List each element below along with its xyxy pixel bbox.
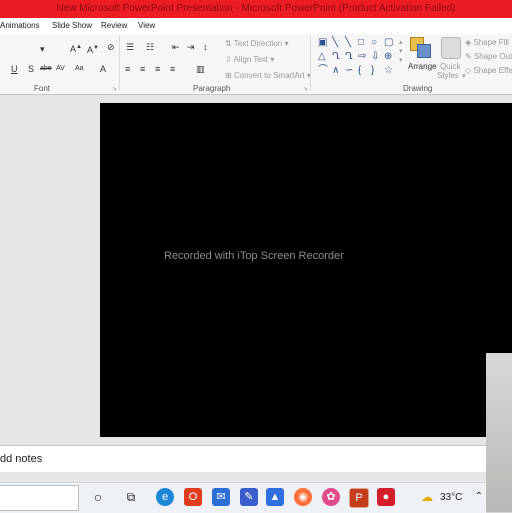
taskbar: ○ ⧉ e O ✉ ✎ ▲ ◉ ✿ P ● ☁ 33°C ⌃ (0, 482, 486, 513)
slide-canvas[interactable]: Recorded with iTop Screen Recorder (100, 103, 512, 437)
quick-styles-label-bottom[interactable]: Styles (437, 71, 459, 81)
group-divider (310, 36, 311, 90)
align-text-button[interactable]: ⇳ Align Text ▾ (225, 55, 274, 65)
brace-left-shape-icon[interactable]: { (358, 66, 361, 76)
edge-icon[interactable]: e (156, 488, 174, 506)
font-group-label: Font (34, 84, 51, 93)
paragraph-group-label: Paragraph (193, 84, 231, 93)
align-left-icon[interactable]: ≡ (125, 64, 130, 74)
text-direction-button[interactable]: ⇅ Text Direction ▾ (225, 39, 289, 49)
curve-shape-icon[interactable]: ⌒ (318, 66, 328, 76)
font-color-icon[interactable]: A (100, 64, 106, 74)
mail-icon[interactable]: ✉ (212, 488, 230, 506)
font-size-dropdown-icon[interactable]: ▾ (40, 44, 45, 54)
grow-font-icon[interactable]: A▲ (70, 42, 82, 54)
arrange-button[interactable]: Arrange (408, 62, 436, 72)
increase-indent-icon[interactable]: ⇥ (187, 42, 195, 52)
photos-icon[interactable]: ▲ (266, 488, 284, 506)
font-dialog-launcher-icon[interactable]: ↘ (112, 84, 117, 94)
plus-shape-icon[interactable]: ⊕ (384, 52, 392, 62)
align-text-label: Align Text (233, 55, 269, 64)
shape-fill-button[interactable]: ◈ Shape Fill (465, 38, 509, 48)
justify-icon[interactable]: ≡ (170, 64, 175, 74)
weather-icon[interactable]: ☁ (418, 488, 436, 506)
paint-icon[interactable]: ✿ (322, 488, 340, 506)
align-center-icon[interactable]: ≡ (140, 64, 145, 74)
elbow-arrow-icon[interactable]: Ղ (345, 52, 353, 62)
textbox-shape-icon[interactable]: ▣ (318, 38, 327, 48)
chevron-up-icon[interactable]: ⌃ (470, 488, 488, 506)
scribble-shape-icon[interactable]: ∽ (345, 66, 353, 76)
status-gap (0, 472, 486, 482)
notes-placeholder[interactable]: dd notes (0, 453, 42, 465)
rounded-rect-shape-icon[interactable]: ▢ (384, 38, 393, 48)
convert-smartart-button[interactable]: ⊞ Convert to SmartArt ▾ (225, 71, 311, 81)
group-divider (119, 36, 120, 90)
webcam-overlay (486, 353, 512, 512)
star-shape-icon[interactable]: ☆ (384, 66, 393, 76)
rectangle-shape-icon[interactable]: □ (358, 38, 364, 48)
clear-formatting-icon[interactable]: ⊘ (107, 42, 115, 52)
cortana-icon[interactable]: ○ (89, 488, 107, 506)
slide-editing-area: Recorded with iTop Screen Recorder (0, 95, 512, 445)
whiteboard-icon[interactable]: ✎ (240, 488, 258, 506)
bullets-icon[interactable]: ☰ (126, 42, 134, 52)
office-icon[interactable]: O (184, 488, 202, 506)
shrink-font-icon[interactable]: A▼ (87, 43, 99, 55)
quick-styles-icon[interactable] (441, 37, 461, 59)
paragraph-dialog-launcher-icon[interactable]: ↘ (303, 84, 308, 94)
ribbon: ▾ A▲ A▼ ⊘ U S abe AV Aa A Font ↘ ☰ ☷ ⇤ ⇥… (0, 34, 512, 95)
tab-view[interactable]: View (138, 21, 155, 30)
brace-right-shape-icon[interactable]: } (371, 66, 374, 76)
temperature-text[interactable]: 33°C (440, 492, 462, 503)
elbow-connector-icon[interactable]: Ղ (332, 52, 340, 62)
underline-icon[interactable]: U (11, 64, 18, 74)
taskbar-search-box[interactable] (0, 485, 79, 511)
line-spacing-icon[interactable]: ↕ (203, 42, 208, 52)
tab-slide-show[interactable]: Slide Show (52, 21, 92, 30)
shapes-gallery[interactable]: ▣ ╲ ╲ □ ○ ▢ △ Ղ Ղ ⇨ ⇩ ⊕ ⌒ ∧ ∽ { } ☆ (316, 38, 396, 78)
firefox-icon[interactable]: ◉ (294, 488, 312, 506)
shape-effects-label: Shape Effects (473, 66, 512, 75)
change-case-icon[interactable]: Aa (75, 64, 84, 74)
shape-outline-button[interactable]: ✎ Shape Outline (465, 52, 512, 62)
convert-smartart-label: Convert to SmartArt (233, 71, 305, 80)
slide-watermark-text: Recorded with iTop Screen Recorder (164, 250, 344, 262)
oval-shape-icon[interactable]: ○ (371, 38, 377, 48)
notes-pane[interactable]: dd notes (0, 445, 486, 473)
drawing-group-label: Drawing (403, 84, 433, 93)
numbering-icon[interactable]: ☷ (146, 42, 154, 52)
tab-review[interactable]: Review (101, 21, 127, 30)
down-arrow-shape-icon[interactable]: ⇩ (371, 52, 379, 62)
text-direction-label: Text Direction (233, 39, 283, 48)
shape-fill-label: Shape Fill (473, 38, 509, 47)
shape-effects-button[interactable]: ◇ Shape Effects (465, 66, 512, 76)
line-shape-icon[interactable]: ╲ (332, 38, 338, 48)
arrange-icon[interactable] (410, 37, 432, 59)
freeform-shape-icon[interactable]: ∧ (332, 66, 339, 76)
ribbon-tab-bar: Animations Slide Show Review View (0, 18, 512, 34)
powerpoint-icon[interactable]: P (349, 488, 369, 508)
shapes-more-icon[interactable]: ▴ ▾ ▾ (399, 38, 403, 65)
triangle-shape-icon[interactable]: △ (318, 52, 326, 62)
title-bar: New Microsoft PowerPoint Presentation - … (0, 0, 512, 18)
screen-recorder-icon[interactable]: ● (377, 488, 395, 506)
tab-animations[interactable]: Animations (0, 21, 40, 30)
strikethrough-icon[interactable]: abe (40, 64, 52, 74)
right-arrow-shape-icon[interactable]: ⇨ (358, 52, 366, 62)
arrow-shape-icon[interactable]: ╲ (345, 38, 351, 48)
align-right-icon[interactable]: ≡ (155, 64, 160, 74)
window-title: New Microsoft PowerPoint Presentation - … (56, 3, 456, 14)
task-view-icon[interactable]: ⧉ (122, 488, 140, 506)
decrease-indent-icon[interactable]: ⇤ (172, 42, 180, 52)
shadow-icon[interactable]: S (28, 64, 34, 74)
columns-icon[interactable]: ▥ (196, 64, 205, 74)
char-spacing-icon[interactable]: AV (56, 64, 65, 74)
shape-outline-label: Shape Outline (473, 52, 512, 61)
